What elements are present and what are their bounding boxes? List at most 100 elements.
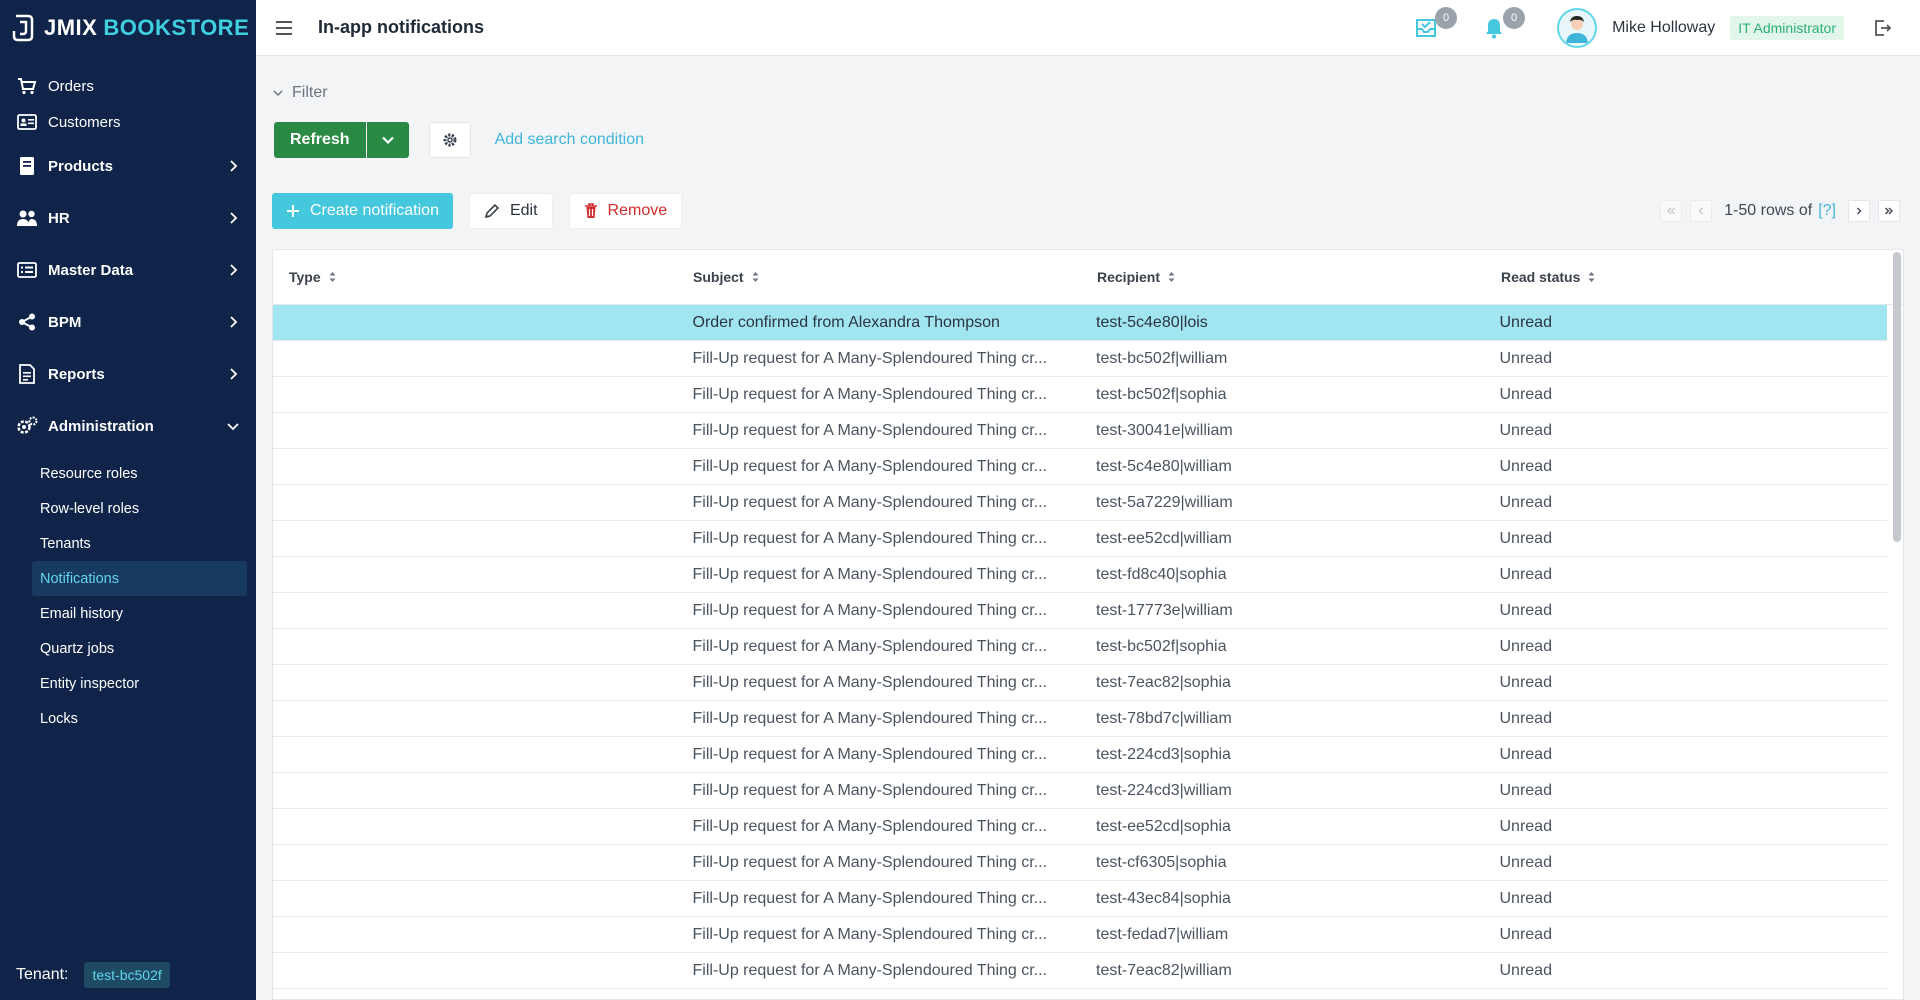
edit-button[interactable]: Edit [468, 193, 553, 229]
inbox-icon [1416, 19, 1437, 37]
cell-subject: Fill-Up request for A Many-Splendoured T… [692, 961, 1048, 979]
pagination-status: 1-50 rows of [?] [1724, 202, 1836, 220]
app-logo[interactable]: JMIX BOOKSTORE [0, 0, 256, 56]
cell-recipient: test-224cd3|sophia [1096, 745, 1231, 763]
table-row[interactable]: Fill-Up request for A Many-Splendoured T… [273, 665, 1887, 701]
cogs-icon [16, 416, 38, 436]
sidebar-group-reports[interactable]: Reports [0, 348, 256, 400]
cell-subject: Fill-Up request for A Many-Splendoured T… [692, 889, 1048, 907]
table-row[interactable]: Fill-Up request for A Many-Splendoured T… [273, 593, 1887, 629]
table-row[interactable]: Fill-Up request for A Many-Splendoured T… [273, 701, 1887, 737]
cell-read-status: Unread [1499, 529, 1552, 547]
total-count-link[interactable]: [?] [1818, 202, 1836, 220]
column-header-type[interactable]: Type [273, 269, 677, 285]
refresh-button[interactable]: Refresh [274, 122, 366, 158]
chevron-right-icon [230, 160, 238, 172]
filter-settings-button[interactable] [428, 122, 471, 158]
sidebar-group-administration[interactable]: Administration [0, 400, 256, 452]
sidebar-item-entity-inspector[interactable]: Entity inspector [0, 666, 247, 701]
app-name: JMIX BOOKSTORE [44, 15, 249, 41]
sidebar-group-bpm[interactable]: BPM [0, 296, 256, 348]
cell-subject: Fill-Up request for A Many-Splendoured T… [692, 709, 1048, 727]
add-search-condition-link[interactable]: Add search condition [495, 131, 644, 149]
cell-recipient: test-5c4e80|lois [1096, 313, 1208, 331]
remove-label: Remove [607, 202, 668, 219]
sidebar-item-email-history[interactable]: Email history [0, 596, 247, 631]
cell-subject: Fill-Up request for A Many-Splendoured T… [692, 349, 1048, 367]
user-avatar[interactable] [1557, 8, 1598, 48]
sidebar: JMIXBOOKSTORE Orders Customers Products [0, 0, 256, 1000]
cell-subject: Fill-Up request for A Many-Splendoured T… [692, 817, 1048, 835]
table-row[interactable]: Fill-Up request for A Many-Splendoured T… [273, 845, 1887, 881]
table-row[interactable]: Fill-Up request for A Many-Splendoured T… [273, 737, 1887, 773]
filter-toggle[interactable]: Filter [272, 84, 328, 102]
logout-icon[interactable] [1872, 18, 1892, 38]
next-page-icon[interactable] [1848, 200, 1870, 222]
column-header-read-status[interactable]: Read status [1485, 269, 1889, 285]
cell-read-status: Unread [1499, 565, 1552, 583]
sidebar-item-locks[interactable]: Locks [0, 701, 247, 736]
notifications-button[interactable]: 0 [1479, 7, 1526, 43]
sidebar-item-notifications[interactable]: Notifications [32, 561, 247, 596]
cart-icon [16, 76, 38, 96]
cell-subject: Fill-Up request for A Many-Splendoured T… [692, 853, 1048, 871]
column-header-subject[interactable]: Subject [677, 269, 1081, 285]
sidebar-group-label: Administration [48, 417, 154, 435]
table-row[interactable]: Fill-Up request for A Many-Splendoured T… [273, 521, 1887, 557]
table-row[interactable]: Fill-Up request for A Many-Splendoured T… [273, 881, 1887, 917]
chevron-down-icon [381, 136, 394, 145]
table-row[interactable]: Fill-Up request for A Many-Splendoured T… [273, 413, 1887, 449]
vertical-scrollbar[interactable] [1893, 252, 1901, 542]
remove-button[interactable]: Remove [568, 193, 683, 229]
last-page-icon[interactable] [1878, 200, 1900, 222]
sort-icon [1588, 272, 1595, 282]
notifications-table: Type Subject Recipient Read status Order… [272, 249, 1904, 1000]
sidebar-item-customers[interactable]: Customers [0, 104, 256, 140]
inbox-button[interactable]: 0 [1411, 7, 1458, 43]
top-header: In-app notifications 0 0 Mike Holloway I… [256, 0, 1920, 56]
sidebar-group-hr[interactable]: HR [0, 192, 256, 244]
create-notification-button[interactable]: Create notification [272, 193, 453, 229]
prev-page-icon[interactable] [1690, 200, 1713, 222]
sidebar-item-orders[interactable]: Orders [0, 68, 256, 104]
sort-icon [329, 272, 336, 282]
cell-subject: Order confirmed from Alexandra Thompson [692, 313, 1000, 331]
trash-icon [584, 203, 597, 218]
table-row[interactable]: Fill-Up request for A Many-Splendoured T… [273, 629, 1887, 665]
cell-read-status: Unread [1499, 889, 1552, 907]
sidebar-group-label: Reports [48, 365, 105, 383]
sidebar-item-row-level-roles[interactable]: Row-level roles [0, 491, 247, 526]
table-row[interactable]: Fill-Up request for A Many-Splendoured T… [273, 449, 1887, 485]
table-row[interactable]: Fill-Up request for A Many-Splendoured T… [273, 953, 1887, 989]
sidebar-item-quartz-jobs[interactable]: Quartz jobs [0, 631, 247, 666]
cell-recipient: test-7eac82|sophia [1096, 673, 1231, 691]
list-icon [16, 260, 38, 280]
cell-subject: Fill-Up request for A Many-Splendoured T… [692, 421, 1048, 439]
cell-read-status: Unread [1499, 817, 1552, 835]
refresh-dropdown-button[interactable] [366, 122, 409, 158]
sidebar-group-master-data[interactable]: Master Data [0, 244, 256, 296]
table-row[interactable]: Fill-Up request for A Many-Splendoured T… [273, 377, 1887, 413]
sidebar-item-resource-roles[interactable]: Resource roles [0, 456, 247, 491]
column-header-recipient[interactable]: Recipient [1081, 269, 1485, 285]
table-row[interactable]: Fill-Up request for A Many-Splendoured T… [273, 341, 1887, 377]
menu-toggle-icon[interactable] [276, 16, 300, 40]
table-row[interactable]: Order confirmed from Alexandra Thompson t… [273, 305, 1887, 341]
sidebar-group-label: Products [48, 157, 114, 175]
sidebar-group-products[interactable]: Products [0, 140, 256, 192]
jmix-logo-icon [12, 14, 34, 42]
table-row[interactable]: Fill-Up request for A Many-Splendoured T… [273, 485, 1887, 521]
tenant-label: Tenant: [16, 966, 69, 983]
table-row[interactable]: Fill-Up request for A Many-Splendoured T… [273, 773, 1887, 809]
cell-read-status: Unread [1499, 385, 1552, 403]
filter-controls: Refresh Add search condition [274, 122, 644, 158]
cell-subject: Fill-Up request for A Many-Splendoured T… [692, 601, 1048, 619]
chevron-right-icon [230, 368, 238, 380]
cell-subject: Fill-Up request for A Many-Splendoured T… [692, 745, 1048, 763]
sidebar-item-tenants[interactable]: Tenants [0, 526, 247, 561]
cell-recipient: test-fd8c40|sophia [1096, 565, 1227, 583]
table-row[interactable]: Fill-Up request for A Many-Splendoured T… [273, 557, 1887, 593]
first-page-icon[interactable] [1660, 200, 1683, 222]
table-row[interactable]: Fill-Up request for A Many-Splendoured T… [273, 809, 1887, 845]
table-row[interactable]: Fill-Up request for A Many-Splendoured T… [273, 917, 1887, 953]
